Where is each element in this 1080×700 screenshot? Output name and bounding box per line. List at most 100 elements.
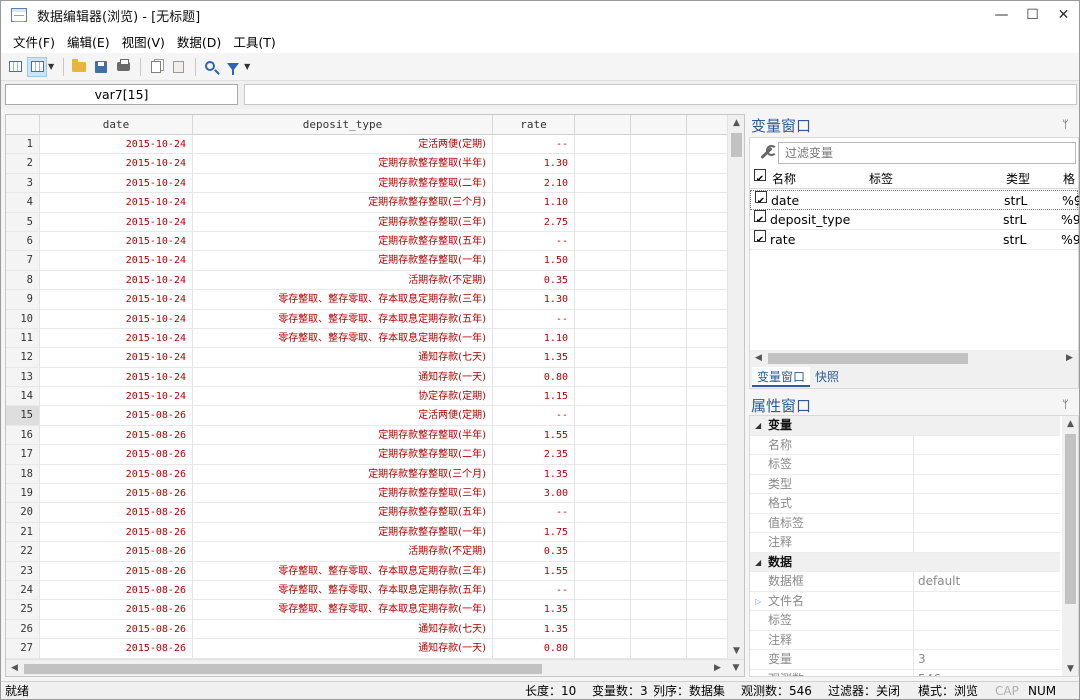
row-number-cell[interactable]: 1 (6, 135, 40, 155)
row-number-cell[interactable]: 12 (6, 348, 40, 368)
deposit-type-cell[interactable]: 定期存款整存整取(三个月) (193, 193, 493, 213)
row-number-cell[interactable]: 20 (6, 503, 40, 523)
table-row[interactable]: 2 2015-10-24 定期存款整存整取(半年) 1.30 (6, 154, 728, 174)
scroll-down-icon[interactable]: ▼ (728, 643, 744, 660)
rate-cell[interactable]: -- (493, 231, 575, 252)
table-row[interactable]: 20 2015-08-26 定期存款整存整取(五年) -- (6, 503, 728, 523)
row-number-cell[interactable]: 16 (6, 425, 40, 446)
rate-cell[interactable]: 1.30 (493, 154, 575, 174)
empty-cell[interactable] (631, 328, 687, 349)
empty-cell[interactable] (575, 542, 631, 562)
empty-cell[interactable] (687, 619, 728, 640)
collapse-triangle-icon[interactable]: ◢ (755, 553, 761, 572)
row-number-cell[interactable]: 18 (6, 464, 40, 485)
row-number-cell[interactable]: 9 (6, 290, 40, 310)
rate-cell[interactable]: 0.80 (493, 639, 575, 659)
empty-cell[interactable] (687, 251, 728, 271)
empty-cell[interactable] (631, 154, 687, 174)
empty-cell[interactable] (631, 464, 687, 485)
empty-cell[interactable] (631, 484, 687, 504)
deposit-type-cell[interactable]: 定期存款整存整取(三个月) (193, 464, 493, 485)
row-number-cell[interactable]: 19 (6, 484, 40, 504)
rate-cell[interactable]: -- (493, 503, 575, 523)
header-format[interactable]: 格 (1063, 169, 1075, 189)
rate-cell[interactable]: 1.50 (493, 251, 575, 271)
properties-pin-icon[interactable]: ᛘ (1062, 398, 1069, 411)
column-header-deposit-type[interactable]: deposit_type (193, 115, 493, 135)
deposit-type-cell[interactable]: 定期存款整存整取(五年) (193, 231, 493, 252)
variable-checkbox[interactable]: ✔ (754, 210, 766, 222)
empty-cell[interactable] (687, 522, 728, 543)
deposit-type-cell[interactable]: 通知存款(一天) (193, 639, 493, 659)
property-row[interactable]: 名称 (750, 435, 1060, 455)
table-row[interactable]: 5 2015-10-24 定期存款整存整取(三年) 2.75 (6, 212, 728, 232)
rate-cell[interactable]: 2.75 (493, 212, 575, 232)
deposit-type-cell[interactable]: 定期存款整存整取(三年) (193, 212, 493, 232)
rate-cell[interactable]: 1.55 (493, 425, 575, 446)
deposit-type-cell[interactable]: 定期存款整存整取(半年) (193, 425, 493, 446)
scroll-thumb[interactable] (24, 664, 542, 674)
print-button[interactable] (113, 57, 133, 77)
menu-tools[interactable]: 工具(T) (233, 32, 275, 51)
row-number-cell[interactable]: 7 (6, 251, 40, 271)
column-header-empty[interactable] (687, 115, 728, 135)
property-row[interactable]: ▷ 文件名 (750, 591, 1060, 611)
empty-cell[interactable] (631, 445, 687, 465)
empty-cell[interactable] (631, 387, 687, 407)
scroll-right-icon[interactable]: ▶ (1061, 350, 1078, 367)
empty-cell[interactable] (687, 193, 728, 213)
deposit-type-cell[interactable]: 通知存款(七天) (193, 619, 493, 640)
table-row[interactable]: 9 2015-10-24 零存整取、整存零取、存本取息定期存款(三年) 1.30 (6, 290, 728, 310)
row-number-cell[interactable]: 4 (6, 193, 40, 213)
empty-cell[interactable] (687, 231, 728, 252)
rate-cell[interactable]: 1.35 (493, 348, 575, 368)
empty-cell[interactable] (687, 348, 728, 368)
date-cell[interactable]: 2015-10-24 (40, 251, 193, 271)
table-row[interactable]: 7 2015-10-24 定期存款整存整取(一年) 1.50 (6, 251, 728, 271)
paste-button[interactable] (168, 57, 188, 77)
property-row[interactable]: 观测数 546 (750, 669, 1060, 676)
rate-cell[interactable]: 1.10 (493, 328, 575, 349)
empty-cell[interactable] (575, 406, 631, 426)
open-button[interactable] (69, 57, 89, 77)
date-cell[interactable]: 2015-10-24 (40, 154, 193, 174)
empty-cell[interactable] (575, 173, 631, 194)
deposit-type-cell[interactable]: 定期存款整存整取(二年) (193, 445, 493, 465)
menu-file[interactable]: 文件(F) (13, 32, 55, 51)
empty-cell[interactable] (687, 445, 728, 465)
property-row[interactable]: 标签 (750, 611, 1060, 631)
property-row[interactable]: 值标签 (750, 513, 1060, 533)
empty-cell[interactable] (631, 270, 687, 291)
rate-cell[interactable]: 1.15 (493, 387, 575, 407)
table-row[interactable]: 27 2015-08-26 通知存款(一天) 0.80 (6, 639, 728, 659)
empty-cell[interactable] (687, 561, 728, 581)
empty-cell[interactable] (631, 135, 687, 155)
empty-cell[interactable] (575, 639, 631, 659)
empty-cell[interactable] (687, 600, 728, 620)
row-number-cell[interactable]: 21 (6, 522, 40, 543)
row-number-cell[interactable]: 17 (6, 445, 40, 465)
properties-vertical-scrollbar[interactable]: ▲ ▼ (1062, 416, 1078, 676)
empty-cell[interactable] (631, 251, 687, 271)
rate-cell[interactable]: 0.35 (493, 542, 575, 562)
variable-row[interactable]: ✔ rate strL %9 (750, 230, 1079, 250)
empty-cell[interactable] (687, 425, 728, 446)
empty-cell[interactable] (575, 619, 631, 640)
empty-cell[interactable] (687, 290, 728, 310)
rate-cell[interactable]: 0.80 (493, 367, 575, 388)
empty-cell[interactable] (687, 135, 728, 155)
find-button[interactable] (201, 57, 221, 77)
rate-cell[interactable]: 1.35 (493, 464, 575, 485)
empty-cell[interactable] (687, 328, 728, 349)
row-number-cell[interactable]: 2 (6, 154, 40, 174)
empty-cell[interactable] (631, 580, 687, 601)
data-editor-browse-button[interactable] (27, 56, 47, 77)
date-cell[interactable]: 2015-10-24 (40, 270, 193, 291)
table-row[interactable]: 15 2015-08-26 定活两便(定期) -- (6, 406, 728, 426)
rate-cell[interactable]: 1.10 (493, 193, 575, 213)
row-number-cell[interactable]: 23 (6, 561, 40, 581)
date-cell[interactable]: 2015-08-26 (40, 542, 193, 562)
property-group-data[interactable]: ◢ 数据 (750, 552, 1060, 572)
row-number-cell[interactable]: 11 (6, 328, 40, 349)
deposit-type-cell[interactable]: 定期存款整存整取(三年) (193, 484, 493, 504)
